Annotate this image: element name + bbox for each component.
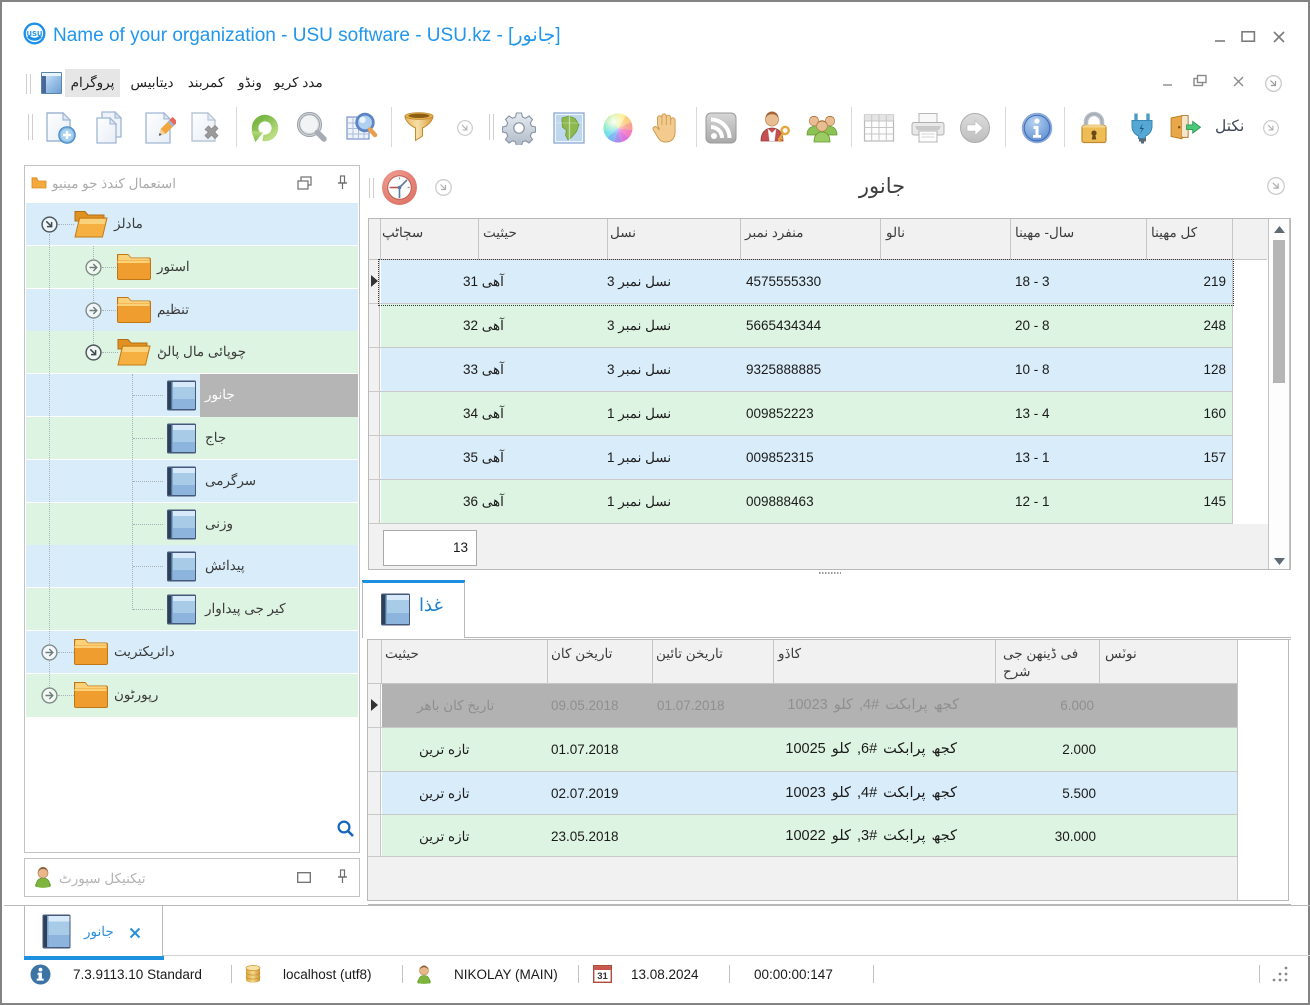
svg-text:usu: usu <box>27 28 43 38</box>
svg-text:31: 31 <box>597 971 608 982</box>
